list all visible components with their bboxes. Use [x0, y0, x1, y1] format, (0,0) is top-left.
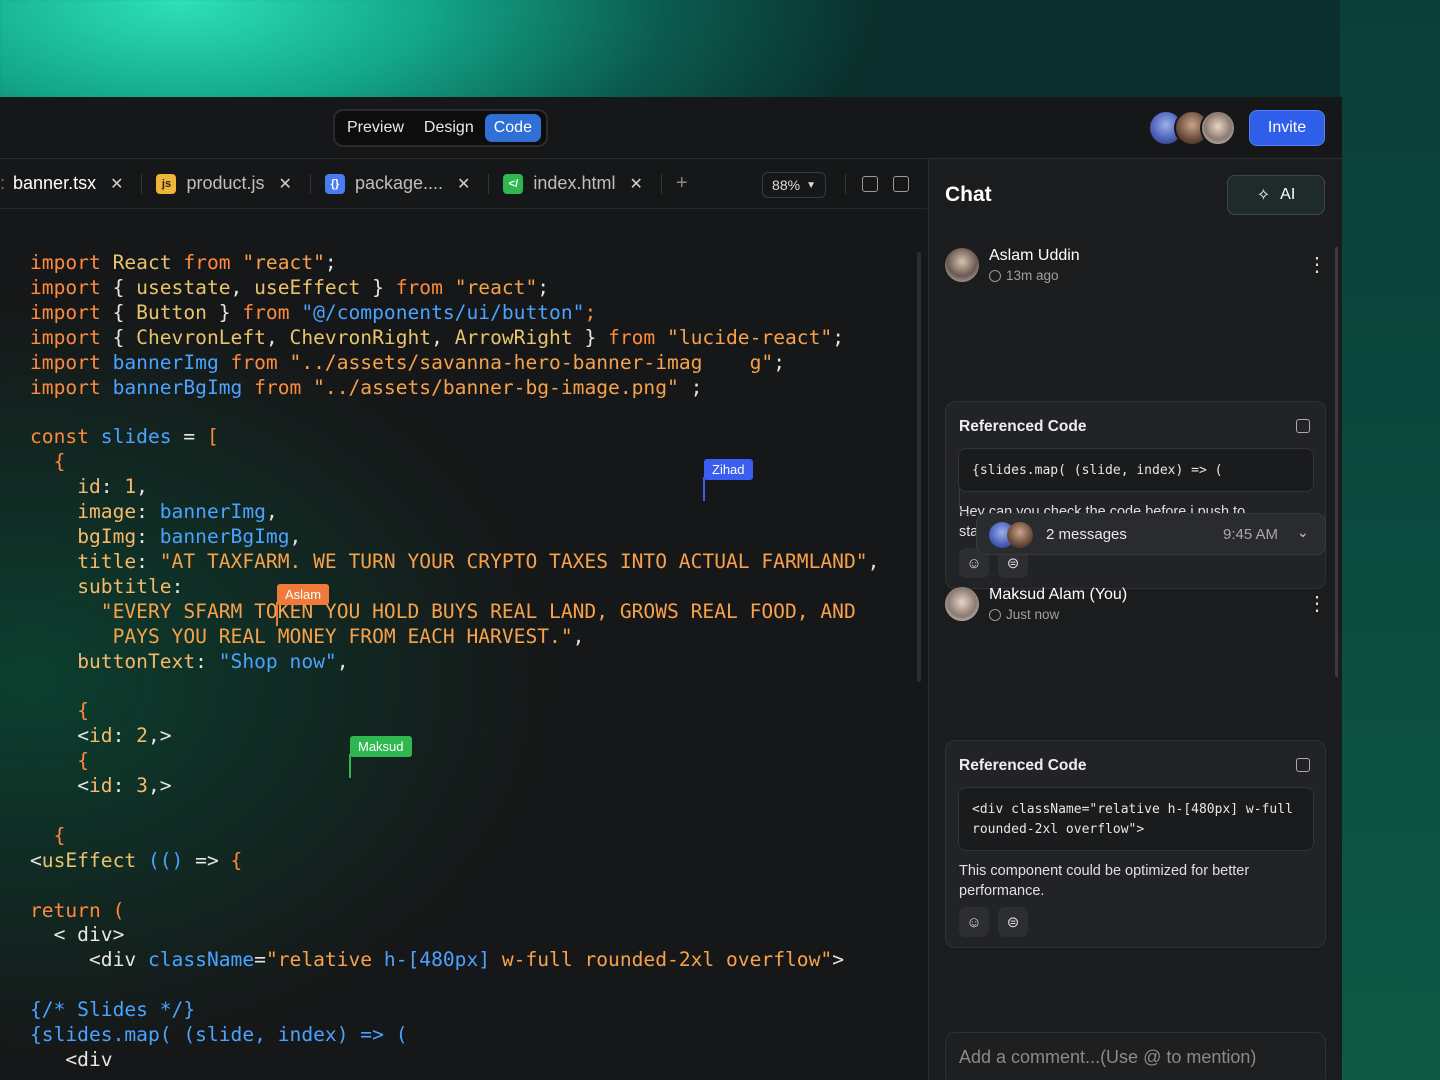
copy-icon[interactable] [1296, 419, 1310, 433]
mode-switcher: Preview Design Code [333, 109, 548, 147]
expand-icon[interactable] [893, 176, 909, 192]
thread-count: 2 messages [1046, 526, 1127, 543]
close-icon[interactable]: ✕ [110, 174, 123, 194]
thread-summary[interactable]: 2 messages 9:45 AM ⌄ [976, 513, 1326, 555]
chevron-down-icon[interactable]: ⌄ [1297, 524, 1309, 541]
sparkle-icon: ✧ [1256, 187, 1271, 204]
cursor-caret-zihad [703, 477, 705, 501]
divider [845, 174, 846, 194]
message-header: Aslam Uddin 13m ago [945, 247, 1080, 283]
referenced-code[interactable]: <div className="relative h-[480px] w-ful… [958, 787, 1314, 851]
clock-icon [989, 269, 1001, 282]
split-view-icon[interactable] [862, 176, 878, 192]
avatar [945, 587, 979, 621]
cursor-caret-aslam [276, 602, 278, 626]
author-name: Aslam Uddin [989, 247, 1080, 264]
invite-button[interactable]: Invite [1249, 110, 1325, 146]
thread-time: 9:45 AM [1223, 526, 1279, 543]
avatar [945, 248, 979, 282]
message-time: Just now [989, 607, 1127, 622]
cursor-label-aslam: Aslam [277, 584, 330, 605]
card-title: Referenced Code [959, 418, 1087, 435]
more-options-icon[interactable]: ⋮ [1307, 594, 1327, 614]
app-window: Preview Design Code Invite : banner.tsx … [0, 97, 1342, 1080]
emoji-react-icon[interactable]: ☺ [959, 907, 989, 937]
reply-icon[interactable]: ⊜ [998, 907, 1028, 937]
cursor-label-maksud: Maksud [350, 736, 412, 757]
mode-preview[interactable]: Preview [338, 114, 413, 142]
referenced-code[interactable]: {slides.map( (slide, index) => ( [958, 448, 1314, 492]
message-header: Maksud Alam (You) Just now [945, 586, 1127, 622]
avatar [1007, 522, 1033, 548]
more-options-icon[interactable]: ⋮ [1307, 255, 1327, 275]
tab-banner[interactable]: : banner.tsx ✕ [0, 159, 141, 209]
message-time: 13m ago [989, 268, 1080, 283]
cursor-label-zihad: Zihad [704, 459, 753, 480]
chat-scrollbar[interactable] [1335, 247, 1338, 677]
card-title: Referenced Code [959, 757, 1087, 774]
tab-product[interactable]: js product.js ✕ [156, 159, 309, 209]
clock-icon [989, 608, 1001, 621]
tab-label: index.html [533, 173, 616, 193]
code-content[interactable]: import React from "react"; import { uses… [30, 251, 879, 1073]
close-icon[interactable]: ✕ [279, 174, 292, 194]
divider [660, 173, 662, 194]
background-right [1340, 0, 1440, 1080]
divider [488, 173, 490, 194]
mode-design[interactable]: Design [415, 114, 483, 142]
author-name: Maksud Alam (You) [989, 586, 1128, 603]
tab-package[interactable]: {} package.... ✕ [324, 159, 488, 209]
thread-connector [959, 487, 977, 515]
new-tab-button[interactable]: + [676, 159, 688, 209]
zoom-value: 88% [772, 177, 801, 193]
tab-label: banner.tsx [13, 173, 97, 193]
avatar [1200, 110, 1236, 146]
divider [141, 173, 143, 194]
ai-button[interactable]: ✧ AI [1227, 175, 1325, 215]
message-text: This component could be optimized for be… [959, 863, 1250, 899]
mode-code[interactable]: Code [484, 114, 541, 142]
chat-panel: Chat ✧ AI Aslam Uddin 13m ago ⋮ Referenc… [928, 159, 1342, 1080]
js-file-icon: js [156, 173, 177, 194]
zoom-select[interactable]: 88% ▼ [762, 172, 826, 198]
top-bar: Preview Design Code Invite [0, 97, 1342, 159]
divider [309, 173, 311, 194]
comment-input[interactable]: Add a comment...(Use @ to mention) [945, 1032, 1326, 1080]
html-file-icon: </ [503, 173, 524, 194]
chevron-down-icon: ▼ [806, 179, 816, 191]
tab-label: package.... [354, 173, 443, 193]
vertical-scrollbar[interactable] [917, 252, 921, 682]
json-file-icon: {} [324, 173, 345, 194]
message-card: Referenced Code {slides.map( (slide, ind… [945, 401, 1326, 589]
tab-index[interactable]: </ index.html ✕ [503, 159, 660, 209]
chat-title: Chat [945, 183, 992, 206]
tab-label: product.js [186, 173, 265, 193]
thread-avatars [989, 522, 1033, 548]
close-icon[interactable]: ✕ [457, 174, 470, 194]
message-card: Referenced Code <div className="relative… [945, 740, 1326, 948]
copy-icon[interactable] [1296, 758, 1310, 772]
tsx-file-icon: : [0, 173, 6, 193]
close-icon[interactable]: ✕ [629, 174, 642, 194]
code-editor: : banner.tsx ✕ js product.js ✕ {} packag… [0, 159, 927, 1080]
collaborator-avatars[interactable] [1148, 110, 1238, 146]
cursor-caret-maksud [349, 754, 351, 778]
ai-label: AI [1280, 186, 1296, 203]
